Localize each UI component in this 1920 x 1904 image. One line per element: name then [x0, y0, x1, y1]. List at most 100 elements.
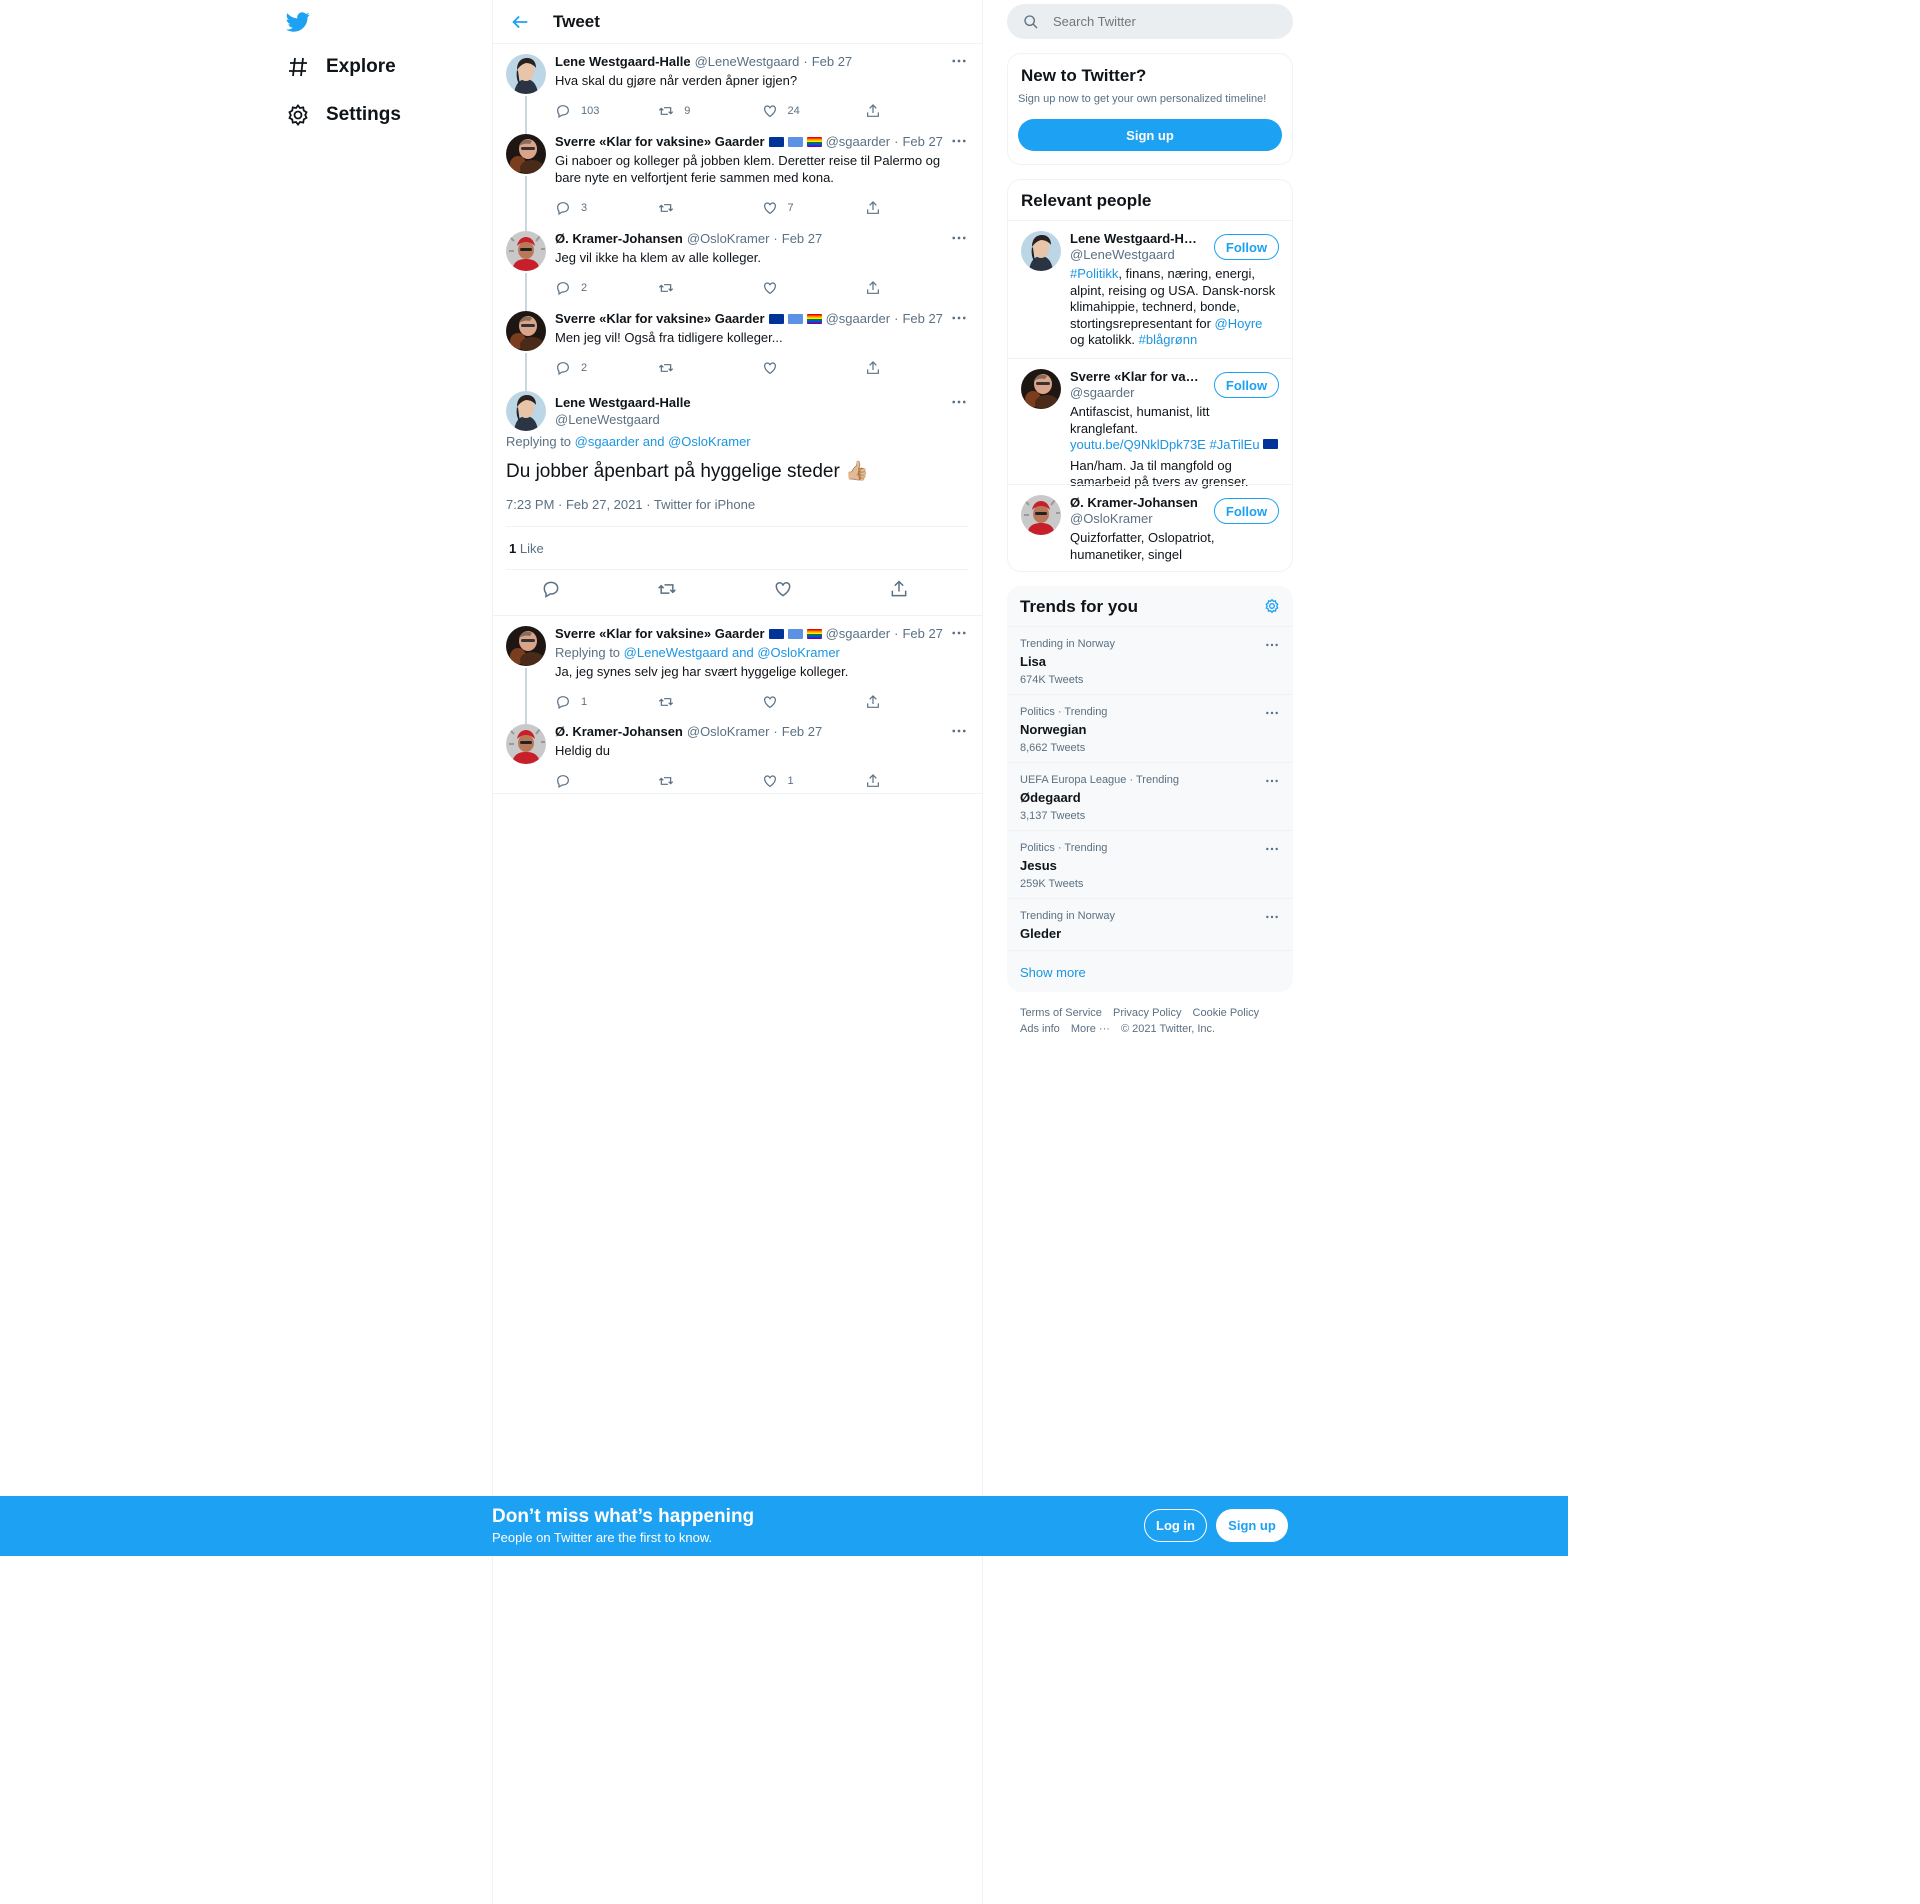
retweet-button[interactable]	[657, 579, 773, 599]
back-arrow-icon[interactable]	[509, 11, 531, 33]
ads-info-link[interactable]: Ads info	[1020, 1023, 1060, 1035]
avatar[interactable]	[506, 391, 546, 431]
replying-to-link[interactable]: @LeneWestgaard and @OsloKramer	[624, 645, 840, 660]
author-name[interactable]: Sverre «Klar for vaksine» Gaarder	[555, 311, 765, 327]
like-button[interactable]: 7	[762, 200, 865, 216]
like-button[interactable]	[773, 579, 889, 599]
author-handle[interactable]: @LeneWestgaard	[695, 54, 800, 70]
cookie-link[interactable]: Cookie Policy	[1193, 1007, 1260, 1019]
reply-button[interactable]: 1	[555, 694, 658, 710]
hashtag-link[interactable]: #blågrønn	[1139, 332, 1198, 347]
reply-button[interactable]	[555, 773, 658, 789]
retweet-button[interactable]	[658, 694, 761, 710]
person-item[interactable]: Sverre «Klar for vaksine» Gaarder 🇪🇺 🇺🇳 …	[1008, 358, 1292, 489]
retweet-button[interactable]	[658, 773, 761, 789]
avatar[interactable]	[1021, 495, 1061, 535]
more-link[interactable]: More ···	[1071, 1023, 1110, 1035]
reply-button[interactable]: 2	[555, 360, 658, 376]
person-item[interactable]: Lene Westgaard-Halle @LeneWestgaard #Pol…	[1008, 220, 1292, 358]
follow-button[interactable]: Follow	[1214, 234, 1279, 260]
trend-item[interactable]: Politics · Trending Norwegian 8,662 Twee…	[1007, 694, 1293, 762]
retweet-button[interactable]: 9	[658, 103, 761, 119]
more-icon[interactable]	[1264, 773, 1280, 789]
tweet-timestamp[interactable]: 7:23 PM · Feb 27, 2021 · Twitter for iPh…	[506, 497, 755, 512]
share-button[interactable]	[865, 200, 968, 216]
nav-explore[interactable]: Explore	[276, 47, 406, 87]
more-icon[interactable]	[950, 132, 968, 150]
author-handle[interactable]: @OsloKramer	[687, 231, 770, 247]
more-icon[interactable]	[1264, 637, 1280, 653]
author-name[interactable]: Lene Westgaard-Halle	[555, 54, 691, 70]
follow-button[interactable]: Follow	[1214, 498, 1279, 524]
person-name[interactable]: Ø. Kramer-Johansen	[1070, 495, 1202, 511]
avatar[interactable]	[506, 724, 546, 764]
more-icon[interactable]	[950, 52, 968, 70]
author-name[interactable]: Sverre «Klar for vaksine» Gaarder	[555, 626, 765, 642]
reply-button[interactable]: 3	[555, 200, 658, 216]
avatar[interactable]	[506, 134, 546, 174]
more-icon[interactable]	[1264, 841, 1280, 857]
like-button[interactable]: 1	[762, 773, 865, 789]
thread-tweet[interactable]: Sverre «Klar for vaksine» Gaarder @sgaar…	[493, 118, 982, 227]
thread-tweet[interactable]: Ø. Kramer-Johansen @OsloKramer · Feb 27 …	[493, 215, 982, 307]
retweet-button[interactable]	[658, 280, 761, 296]
reply-button[interactable]	[541, 579, 657, 599]
likes-summary[interactable]: 1 Like	[509, 541, 544, 556]
tweet-date[interactable]: Feb 27	[902, 311, 942, 327]
author-handle[interactable]: @sgaarder	[826, 134, 891, 150]
retweet-button[interactable]	[658, 360, 761, 376]
avatar[interactable]	[1021, 369, 1061, 409]
trend-item[interactable]: UEFA Europa League · Trending Ødegaard 3…	[1007, 762, 1293, 830]
author-handle[interactable]: @sgaarder	[826, 626, 891, 642]
author-name[interactable]: Ø. Kramer-Johansen	[555, 231, 683, 247]
hashtag-link[interactable]: #JaTilEu	[1209, 437, 1259, 452]
privacy-link[interactable]: Privacy Policy	[1113, 1007, 1181, 1019]
reply-tweet[interactable]: Sverre «Klar for vaksine» Gaarder @sgaar…	[493, 616, 982, 722]
avatar[interactable]	[506, 311, 546, 351]
replying-to-link[interactable]: @sgaarder and @OsloKramer	[575, 434, 751, 449]
trend-item[interactable]: Trending in Norway Lisa 674K Tweets	[1007, 626, 1293, 694]
share-button[interactable]	[865, 773, 968, 789]
more-icon[interactable]	[1264, 909, 1280, 925]
avatar[interactable]	[506, 626, 546, 666]
trend-item[interactable]: Politics · Trending Jesus 259K Tweets	[1007, 830, 1293, 898]
twitter-logo-icon[interactable]	[286, 10, 310, 34]
tweet-date[interactable]: Feb 27	[782, 724, 822, 740]
tweet-date[interactable]: Feb 27	[902, 134, 942, 150]
more-icon[interactable]	[950, 722, 968, 740]
share-button[interactable]	[865, 360, 968, 376]
more-icon[interactable]	[950, 624, 968, 642]
search-box[interactable]	[1007, 4, 1293, 39]
reply-tweet[interactable]: Ø. Kramer-Johansen @OsloKramer · Feb 27 …	[493, 708, 982, 794]
tweet-date[interactable]: Feb 27	[812, 54, 852, 70]
signup-button[interactable]: Sign up	[1216, 1509, 1288, 1542]
terms-link[interactable]: Terms of Service	[1020, 1007, 1102, 1019]
author-handle[interactable]: @LeneWestgaard	[555, 412, 660, 427]
share-button[interactable]	[865, 280, 968, 296]
hashtag-link[interactable]: #Politikk	[1070, 266, 1118, 281]
bio-link[interactable]: youtu.be/Q9NklDpk73E	[1070, 437, 1206, 452]
author-handle[interactable]: @OsloKramer	[687, 724, 770, 740]
more-icon[interactable]	[950, 393, 968, 411]
nav-settings[interactable]: Settings	[276, 95, 411, 135]
like-button[interactable]	[762, 694, 865, 710]
share-button[interactable]	[889, 579, 1005, 599]
show-more-link[interactable]: Show more	[1007, 950, 1293, 992]
avatar[interactable]	[1021, 231, 1061, 271]
login-button[interactable]: Log in	[1144, 1509, 1207, 1542]
thread-tweet[interactable]: Sverre «Klar for vaksine» Gaarder @sgaar…	[493, 295, 982, 387]
avatar[interactable]	[506, 54, 546, 94]
reply-button[interactable]: 103	[555, 103, 658, 119]
like-button[interactable]	[762, 280, 865, 296]
follow-button[interactable]: Follow	[1214, 372, 1279, 398]
trend-item[interactable]: Trending in Norway Gleder	[1007, 898, 1293, 950]
mention-link[interactable]: @Hoyre	[1215, 316, 1263, 331]
person-name[interactable]: Sverre «Klar for vaksine» Gaarder 🇪🇺 🇺🇳 …	[1070, 369, 1202, 385]
share-button[interactable]	[865, 103, 968, 119]
author-name[interactable]: Ø. Kramer-Johansen	[555, 724, 683, 740]
like-button[interactable]: 24	[762, 103, 865, 119]
reply-button[interactable]: 2	[555, 280, 658, 296]
thread-tweet[interactable]: Lene Westgaard-Halle @LeneWestgaard · Fe…	[493, 44, 982, 130]
retweet-button[interactable]	[658, 200, 761, 216]
more-icon[interactable]	[1264, 705, 1280, 721]
